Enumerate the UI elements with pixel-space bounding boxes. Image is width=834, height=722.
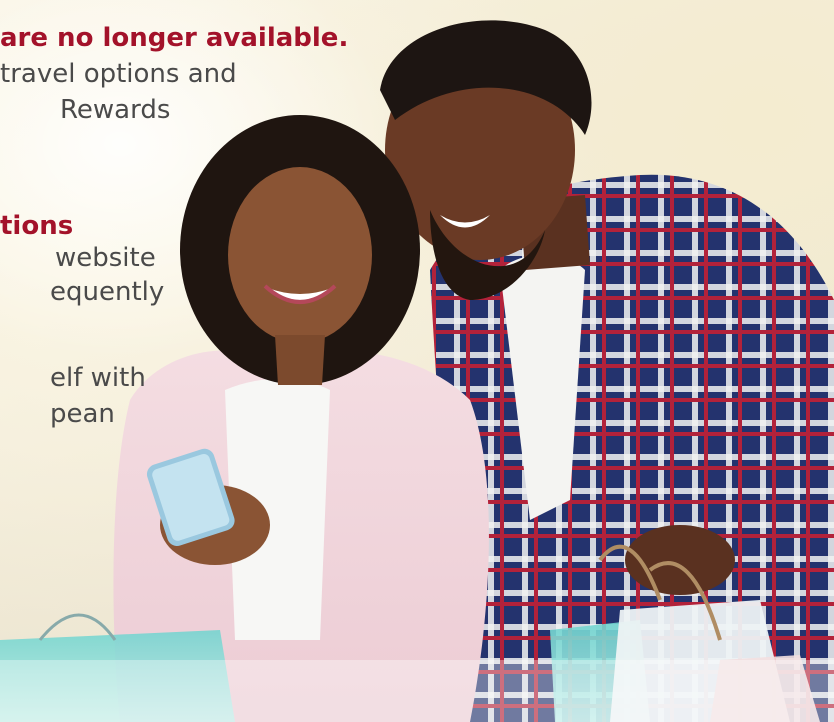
body-line: Rewards <box>60 95 171 125</box>
subheading-line: tions <box>0 211 74 241</box>
body-line: elf with <box>50 363 146 393</box>
body-line: travel options and <box>0 59 237 89</box>
body-line: equently <box>50 277 165 307</box>
woman-face <box>228 167 372 343</box>
woman-neck <box>275 335 325 385</box>
body-line: website <box>55 243 156 273</box>
body-line: pean <box>50 399 115 429</box>
headline-line: are no longer available. <box>0 23 349 53</box>
